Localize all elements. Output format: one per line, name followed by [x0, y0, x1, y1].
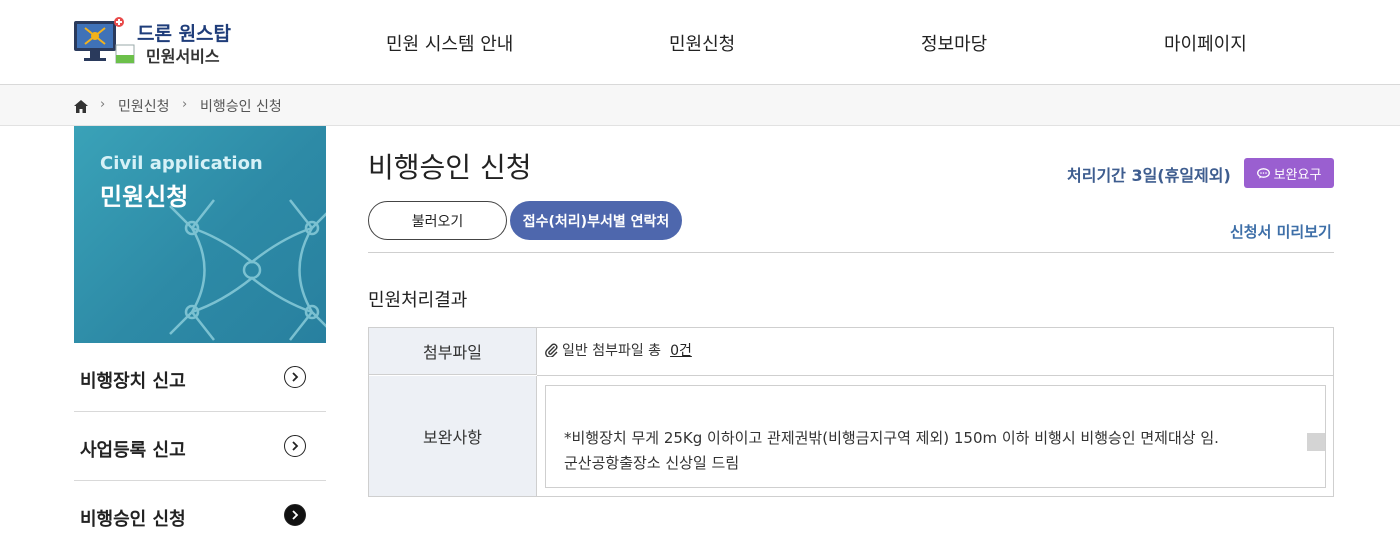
supplement-line — [564, 386, 1219, 401]
chevron-right-circle-icon — [284, 435, 306, 457]
chevron-right-circle-icon — [284, 504, 306, 526]
sidebar-item-label: 비행승인 신청 — [80, 509, 186, 530]
home-icon[interactable] — [74, 100, 88, 113]
page-title: 비행승인 신청 — [368, 151, 532, 184]
logo-title: 드론 원스탑 — [137, 23, 232, 45]
breadcrumb: › 민원신청 › 비행승인 신청 — [0, 85, 1400, 126]
speech-bubble-icon — [1256, 167, 1270, 178]
sidebar-item-label: 비행장치 신고 — [80, 371, 186, 392]
sidebar-item-device-report[interactable]: 비행장치 신고 — [74, 343, 326, 412]
attachment-header: 첨부파일 — [369, 328, 537, 375]
sidebar-item-label: 사업등록 신고 — [80, 440, 186, 461]
result-table: 첨부파일 일반 첨부파일 총 0건 보완사항 *비행장치 무게 25Kg 이하이… — [368, 327, 1334, 497]
supplement-line: *비행장치 무게 25Kg 이하이고 관제권밖(비행금지구역 제외) 150m … — [564, 429, 1219, 447]
breadcrumb-item-application[interactable]: 민원신청 — [118, 96, 170, 116]
supplement-line — [564, 401, 1219, 426]
row-divider — [537, 375, 1333, 376]
attachment-label: 일반 첨부파일 총 — [562, 343, 662, 359]
drone-illustration-icon — [169, 199, 326, 341]
chevron-right-circle-icon — [284, 366, 306, 388]
logo-subtitle: 민원서비스 — [146, 47, 220, 66]
nav-mypage[interactable]: 마이페이지 — [1164, 30, 1247, 56]
attachment-count[interactable]: 0건 — [670, 340, 692, 360]
section-title: 민원처리결과 — [368, 290, 468, 311]
application-preview-link[interactable]: 신청서 미리보기 — [1230, 221, 1332, 242]
supplement-line: 군산공항출장소 신상일 드림 — [564, 454, 740, 472]
sidebar-item-flight-approval[interactable]: 비행승인 신청 — [74, 481, 326, 550]
chevron-right-icon: › — [182, 97, 188, 112]
attachment-info: 일반 첨부파일 총 0건 — [545, 340, 692, 360]
drone-monitor-logo-icon — [74, 17, 135, 64]
sidebar-item-business-report[interactable]: 사업등록 신고 — [74, 412, 326, 481]
chevron-right-icon: › — [100, 97, 106, 112]
site-logo[interactable]: 드론 원스탑 민원서비스 — [73, 17, 233, 67]
department-contact-button[interactable]: 접수(처리)부서별 연락처 — [510, 201, 682, 240]
nav-application[interactable]: 민원신청 — [669, 30, 735, 56]
supplement-request-label: 보완요구 — [1273, 167, 1322, 183]
textarea-scrollbar[interactable] — [1307, 433, 1325, 451]
divider — [368, 252, 1334, 253]
banner-english-title: Civil application — [100, 153, 263, 174]
nav-info[interactable]: 정보마당 — [921, 30, 987, 56]
supplement-header: 보완사항 — [369, 376, 537, 496]
supplement-textarea[interactable]: *비행장치 무게 25Kg 이하이고 관제권밖(비행금지구역 제외) 150m … — [545, 385, 1326, 488]
supplement-request-button[interactable]: 보완요구 — [1244, 158, 1334, 188]
supplement-text: *비행장치 무게 25Kg 이하이고 관제권밖(비행금지구역 제외) 150m … — [564, 386, 1219, 476]
nav-system-guide[interactable]: 민원 시스템 안내 — [386, 30, 513, 56]
processing-period: 처리기간 3일(휴일제외) — [1067, 166, 1231, 185]
load-button[interactable]: 불러오기 — [368, 201, 507, 240]
breadcrumb-item-current: 비행승인 신청 — [200, 99, 282, 115]
site-header: 드론 원스탑 민원서비스 민원 시스템 안내 민원신청 정보마당 마이페이지 — [0, 0, 1400, 85]
paperclip-icon — [545, 343, 558, 357]
sidebar-banner: Civil application 민원신청 — [74, 126, 326, 343]
